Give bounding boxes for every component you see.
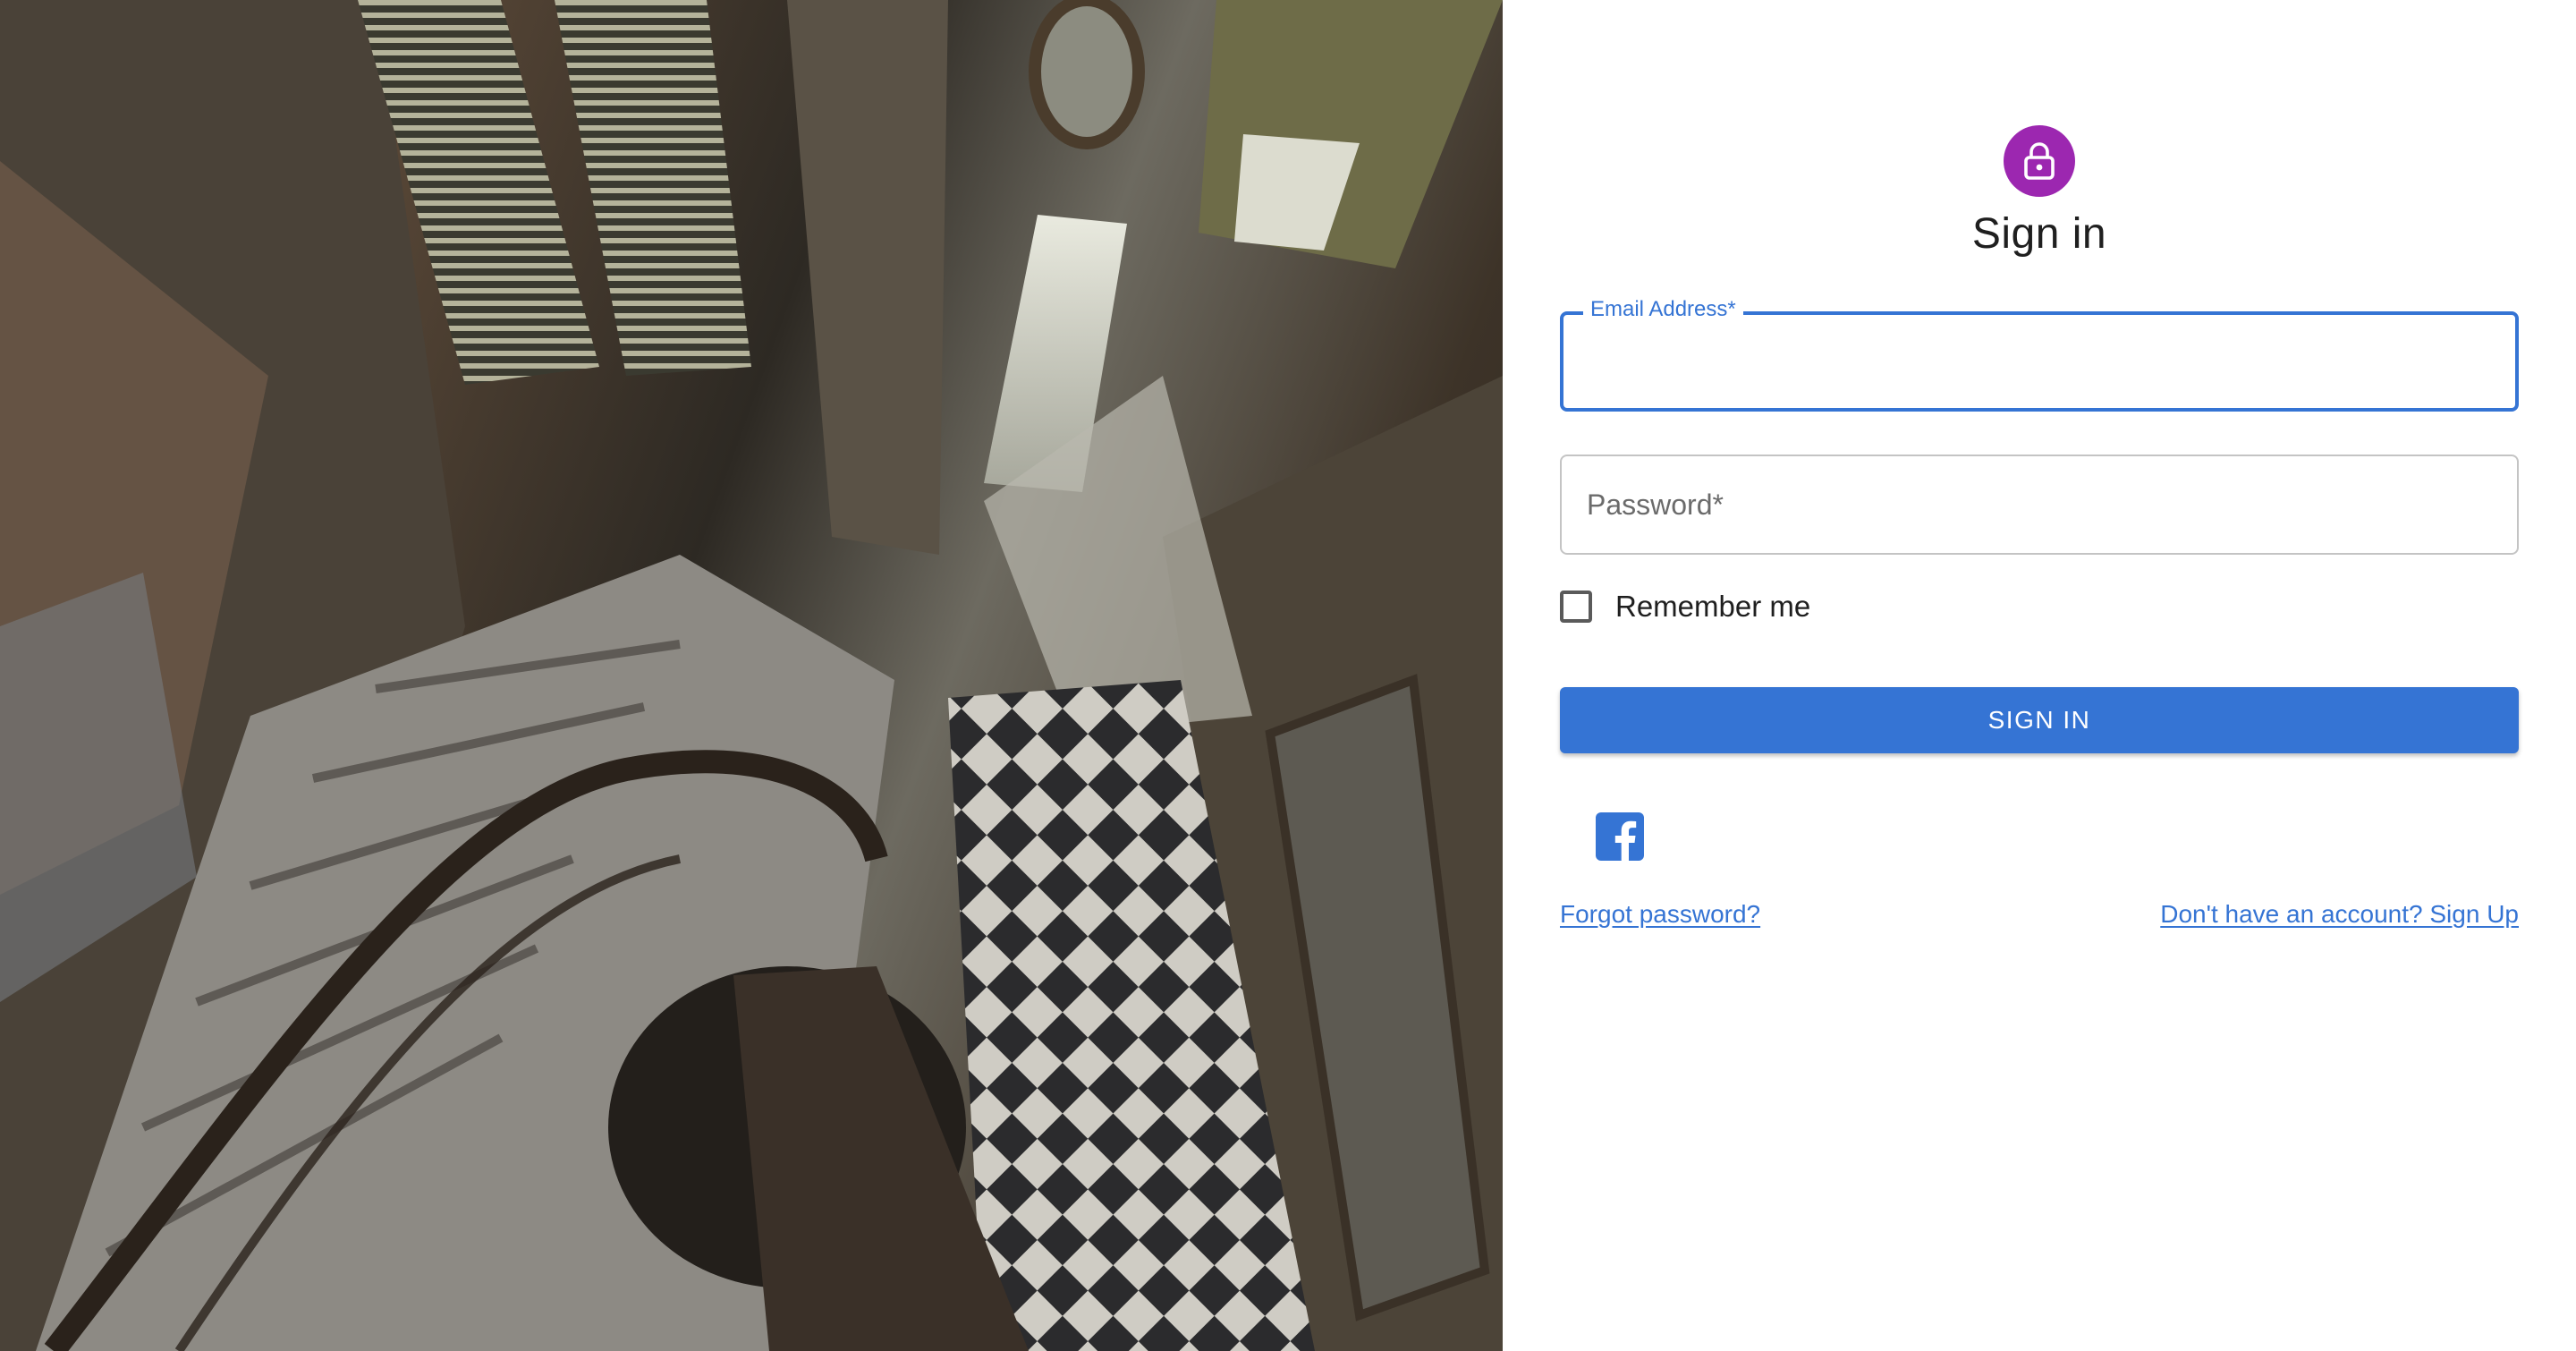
staircase-hero-image xyxy=(0,0,1503,1351)
password-input[interactable] xyxy=(1562,456,2517,553)
lock-avatar xyxy=(2004,125,2075,197)
email-field[interactable]: Email Address* xyxy=(1560,297,2519,412)
password-field[interactable]: Password* xyxy=(1560,455,2519,555)
facebook-icon xyxy=(1596,812,1644,861)
sign-up-link[interactable]: Don't have an account? Sign Up xyxy=(2160,900,2519,929)
page-title: Sign in xyxy=(1971,210,2107,258)
remember-me-label[interactable]: Remember me xyxy=(1615,590,1810,624)
email-input[interactable] xyxy=(1563,315,2515,408)
sign-in-page: Sign in Email Address* Password* Remembe… xyxy=(0,0,2576,1351)
forgot-password-link[interactable]: Forgot password? xyxy=(1560,900,1760,929)
remember-me-control[interactable]: Remember me xyxy=(1560,587,1810,626)
sign-in-button[interactable]: SIGN IN xyxy=(1560,687,2519,753)
lock-icon xyxy=(2024,142,2055,180)
staircase-illustration xyxy=(0,0,1503,1351)
sign-in-panel: Sign in Email Address* Password* Remembe… xyxy=(1503,0,2576,1351)
facebook-login-button[interactable] xyxy=(1596,812,1644,861)
remember-me-checkbox[interactable] xyxy=(1560,591,1592,623)
